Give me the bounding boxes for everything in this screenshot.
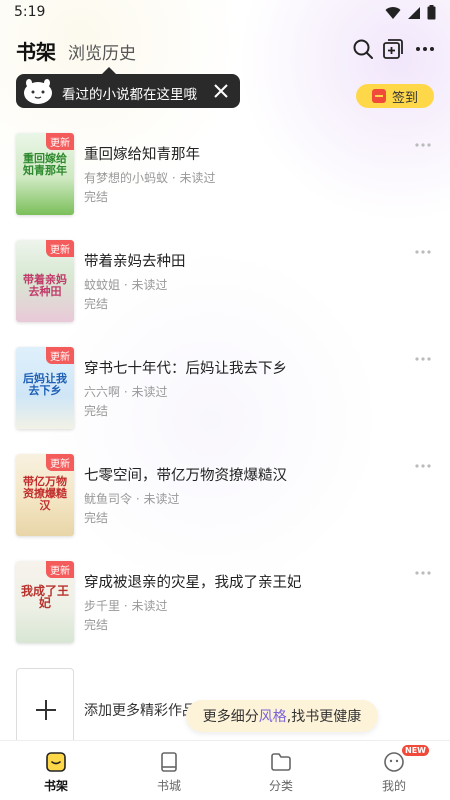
update-badge: 更新 bbox=[46, 133, 74, 150]
book-item[interactable]: 我成了王妃 更新 穿成被退亲的灾星，我成了亲王妃 步千里 · 未读过 完结 bbox=[0, 561, 450, 657]
book-cover[interactable]: 带亿万物资撩爆糙汉 更新 bbox=[16, 454, 74, 536]
book-meta: 六六啊 · 未读过 bbox=[84, 385, 168, 399]
book-status: 完结 bbox=[84, 404, 109, 418]
hint-prefix: 更多细分 bbox=[202, 709, 259, 725]
tab-browse-history[interactable]: 浏览历史 bbox=[68, 39, 136, 64]
nav-label: 分类 bbox=[268, 779, 293, 793]
book-status: 完结 bbox=[84, 511, 109, 525]
nav-bookshelf[interactable]: 书架 bbox=[26, 749, 86, 799]
nav-label: 书架 bbox=[43, 779, 68, 793]
tooltip-text: 看过的小说都在这里哦 bbox=[62, 87, 197, 103]
book-status: 完结 bbox=[84, 190, 109, 204]
cover-title: 我成了王妃 bbox=[20, 584, 69, 610]
status-icons bbox=[385, 5, 436, 20]
book-meta: 有梦想的小蚂蚁 · 未读过 bbox=[84, 171, 216, 185]
style-hint-banner[interactable]: 更多细分 风格 ,找书更健康 bbox=[186, 700, 378, 732]
wifi-icon bbox=[385, 6, 401, 19]
add-book-icon[interactable] bbox=[382, 38, 404, 60]
nav-bookstore[interactable]: 书城 bbox=[139, 749, 199, 799]
book-item[interactable]: 重回嫁给知青那年 更新 重回嫁给知青那年 有梦想的小蚂蚁 · 未读过 完结 bbox=[0, 133, 450, 229]
battery-icon bbox=[427, 5, 436, 20]
cover-title: 带着亲妈去种田 bbox=[23, 273, 67, 298]
book-cover[interactable]: 我成了王妃 更新 bbox=[16, 561, 74, 643]
book-title: 七零空间，带亿万物资撩爆糙汉 bbox=[84, 468, 287, 484]
book-meta: 步千里 · 未读过 bbox=[84, 599, 168, 613]
book-title: 带着亲妈去种田 bbox=[84, 254, 186, 270]
status-bar: 5:19 bbox=[0, 0, 450, 26]
cover-title: 重回嫁给知青那年 bbox=[23, 152, 67, 177]
book-meta: 鱿鱼司令 · 未读过 bbox=[84, 492, 180, 506]
update-badge: 更新 bbox=[46, 347, 74, 364]
mascot-icon bbox=[24, 79, 52, 104]
book-more-icon[interactable] bbox=[414, 141, 432, 149]
book-status: 完结 bbox=[84, 297, 109, 311]
profile-icon bbox=[384, 752, 404, 772]
book-title: 穿成被退亲的灾星，我成了亲王妃 bbox=[84, 575, 302, 591]
book-more-icon[interactable] bbox=[414, 355, 432, 363]
book-cover[interactable]: 带着亲妈去种田 更新 bbox=[16, 240, 74, 322]
hint-suffix: ,找书更健康 bbox=[286, 709, 362, 725]
book-more-icon[interactable] bbox=[414, 462, 432, 470]
tab-bookshelf[interactable]: 书架 bbox=[16, 36, 56, 65]
nav-profile[interactable]: NEW 我的 bbox=[364, 745, 429, 799]
book-title: 穿书七十年代：后妈让我去下乡 bbox=[84, 361, 287, 377]
status-time: 5:19 bbox=[14, 4, 46, 20]
nav-label: 我的 bbox=[381, 779, 406, 793]
signin-button[interactable]: 签到 bbox=[356, 84, 434, 108]
book-icon bbox=[161, 752, 177, 772]
search-icon[interactable] bbox=[352, 38, 374, 60]
cover-title: 带亿万物资撩爆糙汉 bbox=[23, 475, 67, 512]
book-title: 重回嫁给知青那年 bbox=[84, 147, 200, 163]
signin-label: 签到 bbox=[391, 90, 418, 106]
book-cover[interactable]: 重回嫁给知青那年 更新 bbox=[16, 133, 74, 215]
book-item[interactable]: 后妈让我去下乡 更新 穿书七十年代：后妈让我去下乡 六六啊 · 未读过 完结 bbox=[0, 347, 450, 443]
book-more-icon[interactable] bbox=[414, 248, 432, 256]
update-badge: 更新 bbox=[46, 561, 74, 578]
book-item[interactable]: 带着亲妈去种田 更新 带着亲妈去种田 蚊蚊姐 · 未读过 完结 bbox=[0, 240, 450, 336]
bottom-nav: 书架 书城 分类 NEW 我的 bbox=[0, 740, 450, 800]
book-item[interactable]: 带亿万物资撩爆糙汉 更新 七零空间，带亿万物资撩爆糙汉 鱿鱼司令 · 未读过 完… bbox=[0, 454, 450, 550]
add-book-button[interactable] bbox=[16, 668, 74, 750]
book-more-icon[interactable] bbox=[414, 569, 432, 577]
book-meta: 蚊蚊姐 · 未读过 bbox=[84, 278, 168, 292]
cover-title: 后妈让我去下乡 bbox=[23, 372, 67, 397]
folder-icon bbox=[271, 753, 291, 771]
top-header: 书架 浏览历史 bbox=[0, 30, 450, 70]
close-icon[interactable] bbox=[212, 82, 230, 100]
red-envelope-icon bbox=[371, 89, 386, 103]
book-cover[interactable]: 后妈让我去下乡 更新 bbox=[16, 347, 74, 429]
add-more-label[interactable]: 添加更多精彩作品 bbox=[84, 700, 196, 720]
book-status: 完结 bbox=[84, 618, 109, 632]
update-badge: 更新 bbox=[46, 454, 74, 471]
more-icon[interactable] bbox=[414, 38, 436, 60]
history-tooltip: 看过的小说都在这里哦 bbox=[16, 67, 240, 108]
nav-label: 书城 bbox=[156, 779, 181, 793]
signal-icon bbox=[408, 6, 420, 19]
update-badge: 更新 bbox=[46, 240, 74, 257]
hint-highlight: 风格 bbox=[258, 709, 287, 725]
new-badge: NEW bbox=[402, 745, 429, 756]
nav-category[interactable]: 分类 bbox=[251, 749, 311, 799]
bookshelf-icon bbox=[46, 752, 66, 772]
